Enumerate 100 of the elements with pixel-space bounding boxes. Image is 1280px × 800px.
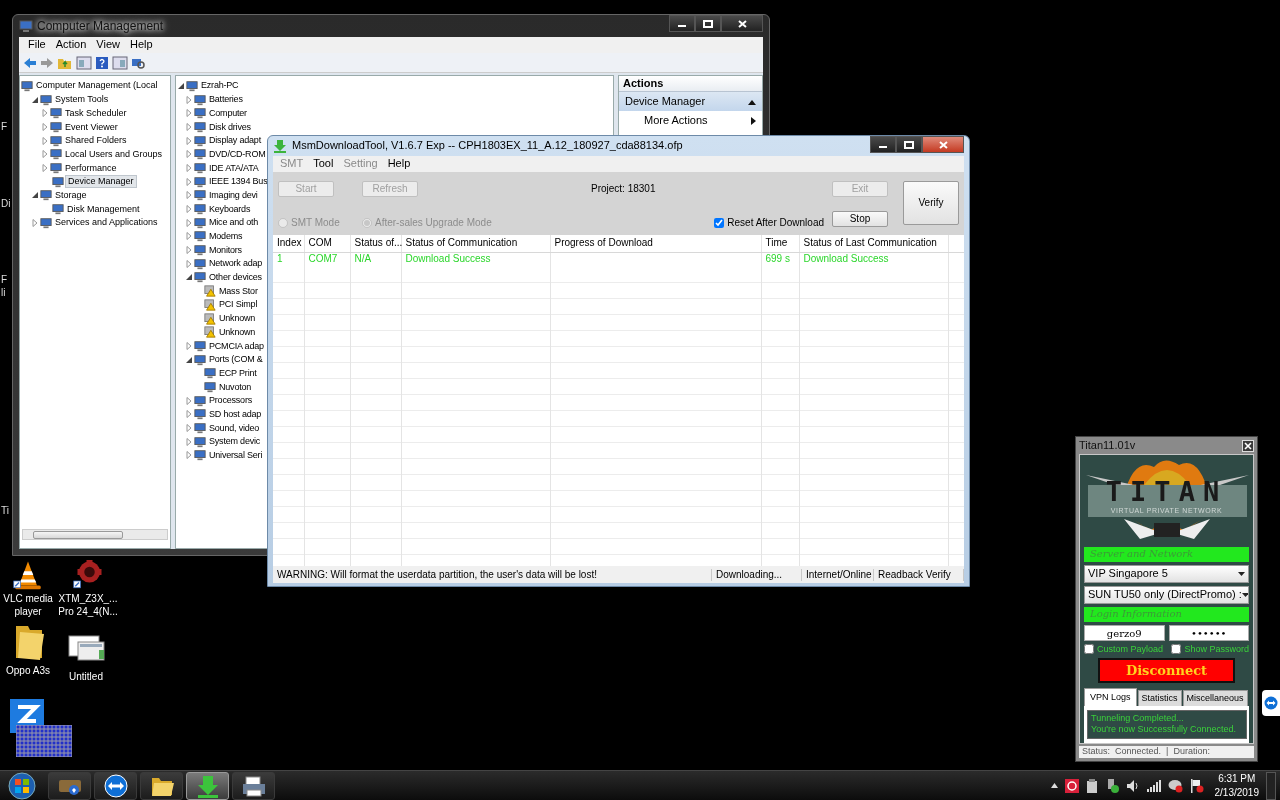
- flag-icon[interactable]: [1189, 778, 1204, 793]
- clock-time[interactable]: 6:31 PM: [1214, 772, 1259, 786]
- expand-arrow-icon[interactable]: [31, 217, 39, 228]
- tree-item[interactable]: Event Viewer: [20, 120, 120, 134]
- scrollbar[interactable]: [22, 529, 168, 540]
- column-header[interactable]: COM: [304, 235, 350, 252]
- tray-expand-icon[interactable]: [1050, 783, 1058, 788]
- tree-item[interactable]: Modems: [176, 229, 245, 244]
- tree-item[interactable]: DVD/CD-ROM: [176, 147, 268, 162]
- column-header[interactable]: Progress of Download: [550, 235, 761, 252]
- column-header[interactable]: Time: [761, 235, 799, 252]
- maximize-button[interactable]: [695, 15, 721, 32]
- column-header[interactable]: Status of Communication: [401, 235, 550, 252]
- menu-item[interactable]: File: [23, 38, 51, 52]
- clock-date[interactable]: 2/13/2019: [1214, 785, 1259, 799]
- password-field[interactable]: ••••••: [1168, 625, 1249, 641]
- expand-arrow-icon[interactable]: [185, 217, 193, 228]
- tab[interactable]: Miscellaneous: [1182, 689, 1248, 706]
- tree-item[interactable]: Other devices: [176, 270, 264, 285]
- icon-label[interactable]: Untitled: [69, 671, 103, 684]
- collapse-arrow-icon[interactable]: [185, 272, 193, 283]
- cone-icon[interactable]: [13, 560, 43, 590]
- checkbox[interactable]: [1084, 644, 1094, 655]
- menu-item[interactable]: View: [91, 38, 125, 52]
- column-header[interactable]: Status of...: [350, 235, 401, 252]
- clipboard-icon[interactable]: [1085, 778, 1098, 793]
- side-tab[interactable]: [1262, 690, 1280, 716]
- tree-item[interactable]: System devic: [176, 434, 263, 449]
- expand-arrow-icon[interactable]: [185, 135, 193, 146]
- tree-item[interactable]: Ports (COM &: [176, 352, 265, 367]
- back-arrow-icon[interactable]: [23, 55, 37, 70]
- tree-item[interactable]: Universal Seri: [176, 448, 265, 463]
- stop-button[interactable]: Stop: [832, 211, 888, 227]
- tree-item[interactable]: ECP Print: [176, 366, 259, 381]
- tree-item[interactable]: Imaging devi: [176, 188, 260, 203]
- tree-item[interactable]: PCMCIA adap: [176, 339, 266, 353]
- tree-item[interactable]: Shared Folders: [20, 133, 129, 148]
- tree-item[interactable]: Disk drives: [176, 120, 253, 134]
- expand-arrow-icon[interactable]: [185, 108, 193, 119]
- tree-item[interactable]: Keyboards: [176, 202, 253, 216]
- tree-item[interactable]: Unknown: [176, 311, 258, 326]
- expand-arrow-icon[interactable]: [185, 436, 193, 447]
- chat-icon[interactable]: [1167, 778, 1183, 793]
- column-header[interactable]: Index: [273, 235, 304, 252]
- column-header[interactable]: Status of Last Communication: [799, 235, 948, 252]
- expand-arrow-icon[interactable]: [185, 204, 193, 215]
- scrollbar-thumb[interactable]: [33, 530, 123, 539]
- tab[interactable]: VPN Logs: [1084, 687, 1137, 706]
- icon-label[interactable]: Oppo A3s: [6, 665, 50, 678]
- tree-item[interactable]: Unknown: [176, 325, 258, 340]
- expand-arrow-icon[interactable]: [185, 149, 193, 160]
- minimize-button[interactable]: [669, 15, 695, 32]
- app-tray-icon[interactable]: [1064, 778, 1079, 793]
- tree-item[interactable]: Mice and oth: [176, 215, 261, 230]
- tree-item[interactable]: IEEE 1394 Bus: [176, 174, 270, 189]
- tree-item[interactable]: System Tools: [20, 92, 111, 107]
- taskbar-button[interactable]: [94, 771, 137, 800]
- expand-arrow-icon[interactable]: [185, 121, 193, 132]
- tree-item[interactable]: Network adap: [176, 256, 265, 271]
- expand-arrow-icon[interactable]: [185, 176, 193, 187]
- expand-arrow-icon[interactable]: [41, 149, 49, 160]
- close-button[interactable]: [721, 15, 763, 32]
- expand-arrow-icon[interactable]: [41, 162, 49, 173]
- tree-item[interactable]: Batteries: [176, 92, 245, 107]
- menu-item[interactable]: Action: [50, 38, 92, 52]
- taskbar-button[interactable]: [186, 771, 229, 800]
- verify-button[interactable]: Verify: [903, 181, 959, 225]
- checkbox[interactable]: [1171, 644, 1182, 655]
- expand-arrow-icon[interactable]: [41, 121, 49, 132]
- tree-item[interactable]: Processors: [176, 393, 254, 408]
- icon-label[interactable]: XTM_Z3X_... Pro 24_4(N...: [55, 593, 121, 618]
- tree-item[interactable]: Performance: [20, 161, 119, 175]
- minimize-button[interactable]: [870, 136, 896, 153]
- tree-item[interactable]: Ezrah-PC: [176, 79, 241, 93]
- collapse-arrow-icon[interactable]: [31, 190, 39, 201]
- tree-item[interactable]: Computer Management (Local: [20, 79, 160, 93]
- expand-arrow-icon[interactable]: [185, 409, 193, 420]
- action-link[interactable]: More Actions: [619, 111, 762, 131]
- checkbox[interactable]: [714, 218, 725, 228]
- tree-item[interactable]: IDE ATA/ATA: [176, 161, 261, 175]
- tree-item[interactable]: Storage: [20, 188, 89, 203]
- tree-item[interactable]: SD host adap: [176, 407, 264, 422]
- show-desktop-button[interactable]: [1266, 771, 1276, 800]
- expand-arrow-icon[interactable]: [41, 135, 49, 146]
- collapse-icon[interactable]: [748, 98, 756, 105]
- username-field[interactable]: gerzo9: [1084, 625, 1165, 641]
- expand-arrow-icon[interactable]: [185, 231, 193, 242]
- expand-arrow-icon[interactable]: [185, 162, 193, 173]
- expand-arrow-icon[interactable]: [185, 450, 193, 461]
- signal-icon[interactable]: [1146, 779, 1161, 792]
- tree-item[interactable]: Display adapt: [176, 133, 263, 148]
- tree-item[interactable]: PCI Simpl: [176, 298, 260, 312]
- speaker-icon[interactable]: [1125, 778, 1140, 793]
- expand-arrow-icon[interactable]: [185, 245, 193, 256]
- tree-item[interactable]: Task Scheduler: [20, 106, 129, 121]
- tree-item[interactable]: Local Users and Groups: [20, 147, 165, 162]
- tree-item[interactable]: Computer: [176, 106, 249, 121]
- tree-item[interactable]: Sound, video: [176, 421, 262, 435]
- tree-item[interactable]: Disk Management: [20, 202, 142, 216]
- section-header[interactable]: Device Manager: [619, 92, 762, 112]
